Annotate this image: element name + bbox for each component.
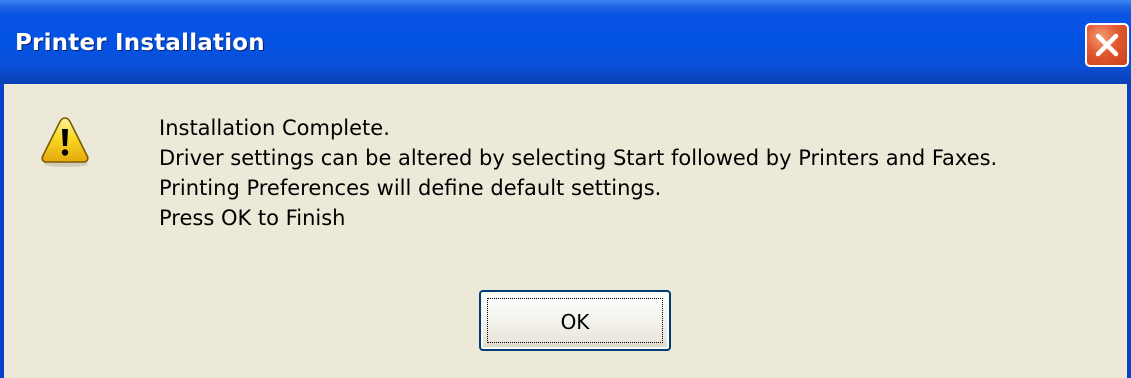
close-button[interactable] bbox=[1085, 23, 1129, 67]
message-text: Installation Complete. Driver settings c… bbox=[159, 113, 997, 233]
message-line: Installation Complete. bbox=[159, 116, 390, 140]
message-line: Driver settings can be altered by select… bbox=[159, 146, 998, 170]
message-line: Printing Preferences will define default… bbox=[159, 176, 662, 200]
printer-installation-dialog: Printer Installation Installation Comple… bbox=[0, 0, 1131, 378]
ok-button[interactable]: OK bbox=[479, 290, 671, 351]
close-icon bbox=[1095, 33, 1119, 57]
window-title: Printer Installation bbox=[15, 30, 265, 56]
message-line: Press OK to Finish bbox=[159, 206, 346, 230]
ok-button-label: OK bbox=[560, 310, 590, 334]
warning-icon bbox=[41, 117, 89, 167]
title-bar[interactable]: Printer Installation bbox=[0, 0, 1131, 84]
